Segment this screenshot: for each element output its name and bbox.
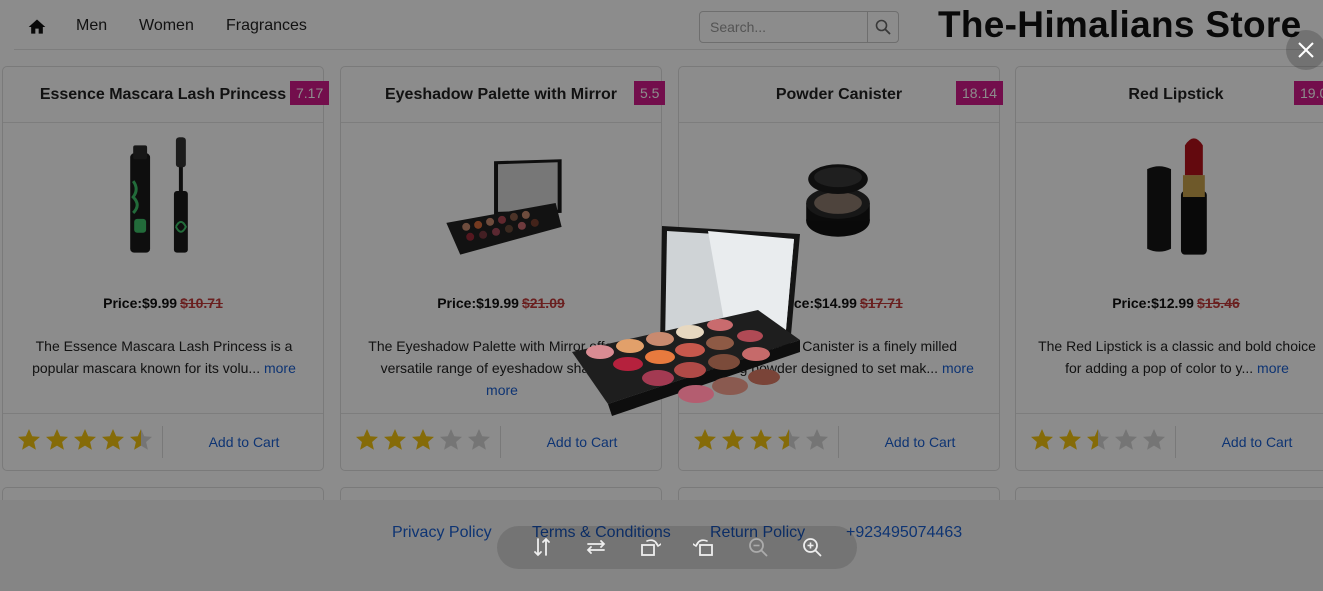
rotate-left-icon[interactable] (639, 536, 661, 558)
close-icon (1298, 42, 1314, 58)
zoom-in-icon[interactable] (801, 536, 823, 558)
zoom-out-icon[interactable] (747, 536, 769, 558)
image-viewer-toolbar (497, 526, 857, 569)
close-button[interactable] (1286, 30, 1323, 70)
flip-horizontal-icon[interactable] (585, 536, 607, 558)
flip-vertical-icon[interactable] (531, 536, 553, 558)
rotate-right-icon[interactable] (693, 536, 715, 558)
preview-image-eyeshadow-palette[interactable] (568, 222, 804, 418)
